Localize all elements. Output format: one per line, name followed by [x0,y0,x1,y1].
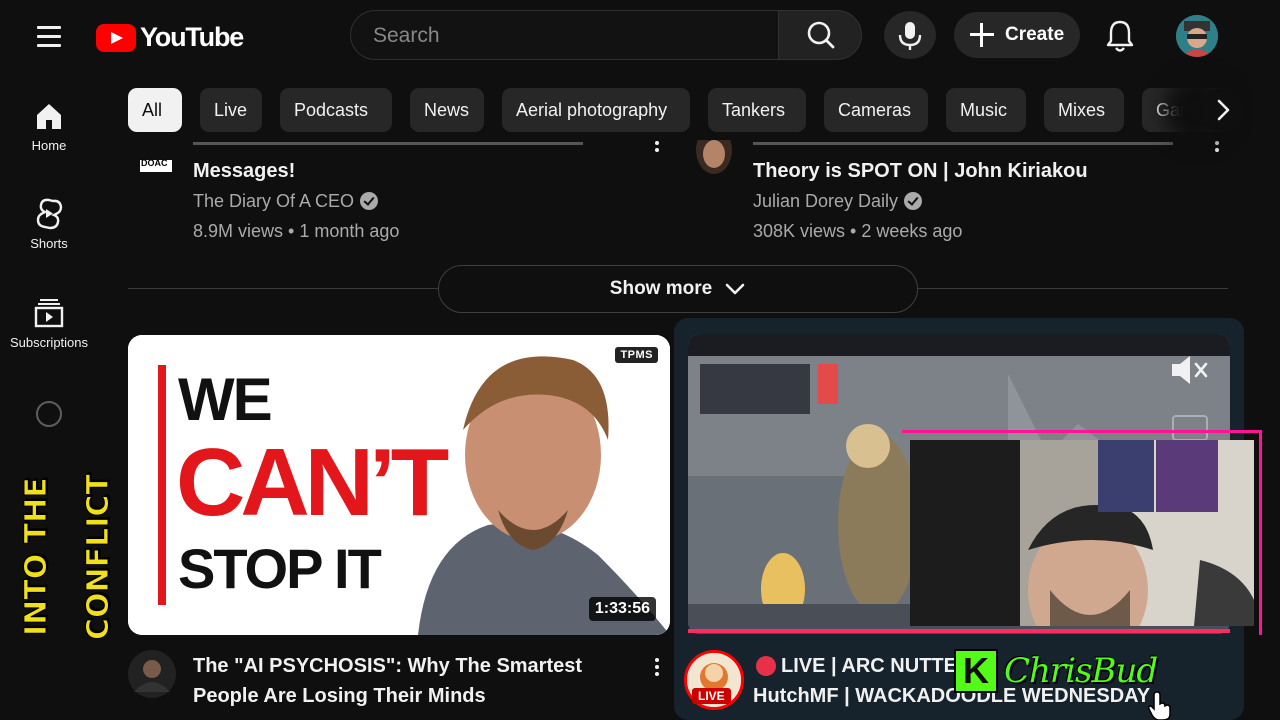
chip-all[interactable]: All [128,88,182,132]
webcam-inset-left [1098,440,1154,512]
divider [918,288,1228,289]
thumbnail-text-we: WE [178,366,273,433]
video-title[interactable]: LIVE | ARC NUTTE [781,651,957,681]
chip-tankers[interactable]: Tankers [708,88,806,132]
muted-speaker-icon [1172,356,1208,384]
chip-aerial-photography[interactable]: Aerial photography [502,88,690,132]
microphone-icon [898,22,922,50]
more-actions-icon[interactable] [1213,138,1221,166]
subscriptions-icon [34,299,64,328]
streamer-branding: K ChrisBud [950,645,1222,697]
sidebar-item-shorts[interactable]: Shorts [0,198,98,251]
streamer-name: ChrisBud [1004,651,1158,691]
channel-avatar[interactable] [128,650,176,698]
chevron-right-icon [1217,99,1230,121]
video-title[interactable]: Theory is SPOT ON | John Kiriakou [753,156,1088,186]
create-button[interactable]: Create [954,12,1080,58]
bell-icon [1106,20,1134,52]
voice-search-button[interactable] [884,11,936,59]
sidebar-item-label: Subscriptions [9,335,89,350]
sidebar-item-label: Home [31,138,67,153]
live-dot-icon [756,656,776,676]
verified-icon [904,192,923,210]
video-stats: 308K views • 2 weeks ago [753,221,963,241]
menu-button[interactable] [28,20,70,52]
thumbnail-text-cant: CAN’T [176,429,449,536]
search-input[interactable] [371,21,765,51]
chip-news[interactable]: News [410,88,484,132]
chip-cameras[interactable]: Cameras [824,88,928,132]
video-thumbnail[interactable]: WE CAN’T STOP IT TPMS 1:33:56 [128,335,670,635]
thumbnail-text-stop-it: STOP IT [178,537,382,600]
video-duration: 1:33:56 [588,597,656,621]
video-title[interactable]: Messages! [193,156,295,186]
title-cutoff [193,140,643,152]
side-banner-overlay: INTO THE CONFLICT [6,398,117,716]
shorts-icon [36,198,63,230]
side-banner-text: INTO THE CONFLICT [19,474,117,641]
search-icon [807,21,835,49]
channel-avatar [696,140,732,174]
show-more-button[interactable]: Show more [438,265,918,313]
youtube-logo-icon [96,23,136,52]
plus-icon [970,23,994,47]
mute-button[interactable] [1168,350,1212,390]
chip-live[interactable]: Live [200,88,262,132]
chip-music[interactable]: Music [946,88,1026,132]
channel-name-text: The Diary Of A CEO [193,191,355,211]
show-more-label: Show more [609,278,713,299]
thumbnail-badge: TPMS [615,347,658,363]
home-icon [37,104,61,129]
video-stats: 8.9M views • 1 month ago [193,221,400,241]
filter-chip-bar: All Live Podcasts News Aerial photograph… [128,88,1258,132]
chip-podcasts[interactable]: Podcasts [280,88,392,132]
chips-next-button[interactable] [1200,88,1244,132]
channel-name[interactable]: Julian Dorey Daily [753,186,923,216]
chip-mixes[interactable]: Mixes [1044,88,1124,132]
channel-name-text: Julian Dorey Daily [753,191,899,211]
live-badge: LIVE [692,688,731,704]
more-actions-icon[interactable] [653,138,661,166]
youtube-logo[interactable]: YouTube [96,22,244,53]
create-label: Create [1005,24,1065,45]
chevron-down-icon [725,283,745,295]
kick-logo-icon: K [954,649,998,693]
channel-badge: DOAC [141,158,168,168]
search-box [350,10,778,60]
sidebar-item-home[interactable]: Home [0,100,98,153]
divider [128,288,438,289]
verified-icon [360,192,379,210]
video-title-line2[interactable]: People Are Losing Their Minds [193,681,486,711]
account-avatar[interactable] [1176,15,1218,57]
channel-name[interactable]: The Diary Of A CEO [193,186,379,216]
webcam-inset-right [1156,440,1218,512]
mouse-cursor-icon [1148,691,1171,720]
masthead: YouTube Create [0,0,1280,72]
sidebar-item-label: Shorts [30,236,68,251]
video-title[interactable]: The "AI PSYCHOSIS": Why The Smartest [193,651,582,681]
logo-text: YouTube [140,22,244,52]
title-cutoff [753,140,1203,152]
avatar-image [1176,15,1218,57]
search-button[interactable] [778,10,862,60]
sidebar-item-subscriptions[interactable]: Subscriptions [0,297,98,350]
more-actions-icon[interactable] [653,655,661,683]
notifications-button[interactable] [1100,14,1140,56]
